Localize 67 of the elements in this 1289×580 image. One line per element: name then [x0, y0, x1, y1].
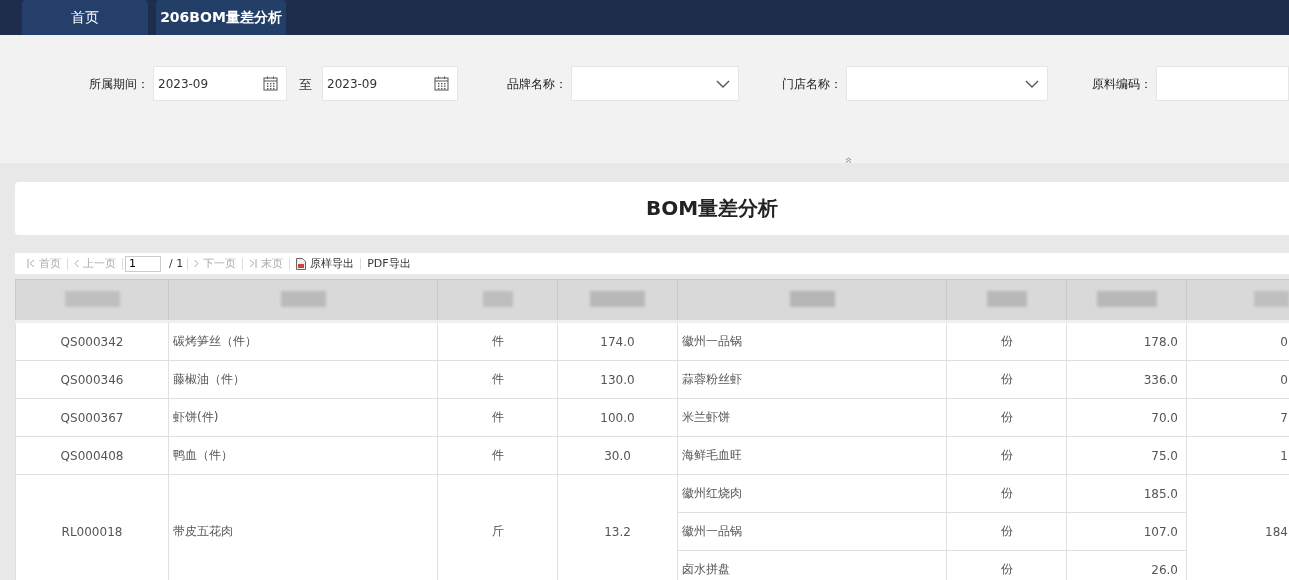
table-cell: 件 [437, 360, 558, 399]
chevron-down-icon[interactable] [715, 79, 730, 88]
table-cell: 30.0 [557, 436, 678, 475]
blurred-header-text [590, 290, 645, 307]
table-cell: QS000346 [15, 360, 169, 399]
document-icon [296, 257, 307, 270]
chevron-right-icon [194, 259, 200, 268]
table-cell: 份 [946, 436, 1067, 475]
table-cell: 件 [437, 398, 558, 437]
table-cell: 碳烤笋丝（件） [168, 321, 438, 361]
table-cell: 件 [437, 321, 558, 361]
blurred-header-text [986, 290, 1027, 307]
table-cell: 海鲜毛血旺 [677, 436, 947, 475]
table-cell: 鸭血（件） [168, 436, 438, 475]
calendar-icon[interactable] [433, 76, 449, 91]
calendar-icon[interactable] [263, 76, 278, 91]
table-cell: 130.0 [557, 360, 678, 399]
blurred-header-text [280, 290, 326, 307]
table-cell: 174.0 [557, 321, 678, 361]
table-cell: 100.0 [557, 398, 678, 437]
chevron-down-icon[interactable] [1024, 79, 1039, 88]
page-number-field[interactable]: 1 [125, 255, 161, 272]
table-cell: 336.0 [1066, 360, 1187, 399]
page-total: / 1 [168, 257, 185, 270]
table-cell: 件 [437, 436, 558, 475]
table-cell: QS000408 [15, 436, 169, 475]
first-page-icon [27, 259, 35, 268]
field-label: 门店名称： [781, 76, 842, 93]
export-button[interactable]: PDF导出 [361, 256, 417, 271]
range-separator: 至 [299, 76, 312, 94]
table-cell: 份 [946, 360, 1067, 399]
table-cell: 徽州红烧肉 [677, 474, 947, 513]
field-label: 所属期间： [89, 76, 149, 93]
field-label: 原料编码： [1091, 76, 1152, 93]
chevron-left-icon [74, 259, 79, 268]
report-title: BOM量差分析 [645, 195, 779, 222]
table-cell: 份 [946, 398, 1067, 437]
table-cell: 185.0 [1066, 474, 1187, 513]
table-cell: 米兰虾饼 [677, 398, 947, 437]
table-cell: 75.0 [1066, 436, 1187, 475]
export-button[interactable]: 原样导出 [290, 256, 361, 271]
table-cell: 70.0 [1066, 398, 1187, 437]
blurred-header-text [482, 290, 513, 307]
material-code-field[interactable] [1155, 66, 1289, 101]
table-cell: 178.0 [1066, 321, 1187, 361]
table-cell: 份 [946, 321, 1067, 361]
last-page-icon [249, 259, 258, 268]
table-cell: 藤椒油（件） [168, 360, 438, 399]
date-field[interactable]: 2023-09 [153, 66, 287, 101]
tab[interactable]: 206BOM量差分析 [156, 0, 286, 35]
blurred-header-text [789, 290, 835, 307]
blurred-header-text [64, 290, 120, 307]
field-label: 品牌名称： [506, 76, 567, 93]
table-cell: QS000342 [15, 321, 169, 361]
date-field[interactable]: 2023-09 [322, 66, 458, 101]
table-cell: 徽州一品锅 [677, 512, 947, 551]
table-cell: 份 [946, 474, 1067, 513]
table-cell: RL000018 [15, 474, 169, 580]
blurred-header-text [1096, 290, 1157, 307]
table-cell: 虾饼(件) [168, 398, 438, 437]
table-cell: 份 [946, 512, 1067, 551]
table-cell: QS000367 [15, 398, 169, 437]
tab[interactable]: 首页 [22, 0, 148, 35]
collapse-icon[interactable] [845, 157, 852, 163]
blurred-header-text [1253, 290, 1289, 307]
table-cell: 蒜蓉粉丝虾 [677, 360, 947, 399]
table-cell: 徽州一品锅 [677, 321, 947, 361]
